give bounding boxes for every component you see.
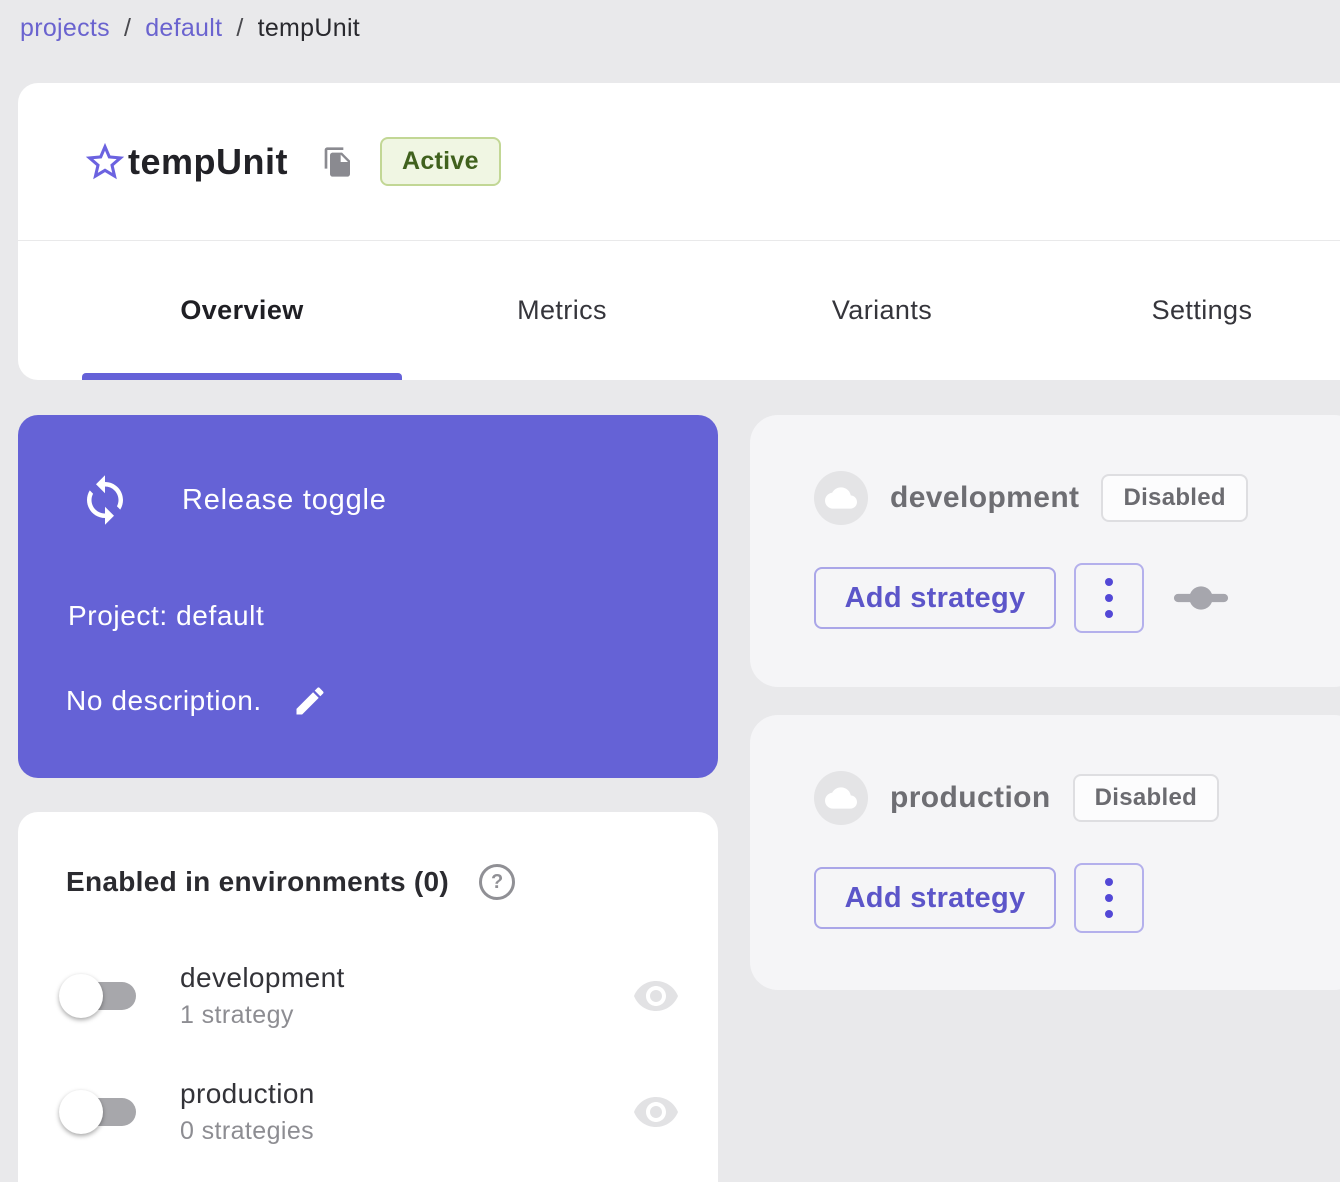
environment-card-production: production Disabled Add strategy (750, 715, 1340, 990)
kebab-dot (1105, 594, 1113, 602)
environment-toggle-switch[interactable] (62, 982, 136, 1010)
row-text: development 1 strategy (180, 962, 345, 1030)
environment-row-strategies: 0 strategies (180, 1117, 315, 1146)
feature-flag-page: projects / default / tempUnit tempUnit A… (0, 0, 1340, 1182)
kebab-dot (1105, 878, 1113, 886)
panel-title: Enabled in environments (0) (66, 866, 449, 898)
active-tab-indicator (82, 373, 402, 380)
description-row: No description. (66, 683, 328, 719)
environment-row-strategies: 1 strategy (180, 1001, 345, 1030)
page-title: tempUnit (128, 141, 288, 183)
switch-thumb (59, 974, 103, 1018)
environment-row-name: development (180, 962, 345, 994)
tab-settings[interactable]: Settings (1042, 241, 1340, 380)
feature-overview-card: Release toggle Project: default No descr… (18, 415, 718, 778)
environment-toggle-row-production: production 0 strategies (62, 1072, 680, 1152)
environment-menu-button[interactable] (1074, 563, 1144, 633)
copy-name-icon[interactable] (322, 146, 354, 178)
add-strategy-button[interactable]: Add strategy (814, 867, 1056, 929)
kebab-dot (1105, 578, 1113, 586)
cloud-icon (825, 482, 857, 514)
tab-overview[interactable]: Overview (82, 241, 402, 380)
environment-card-development: development Disabled Add strategy (750, 415, 1340, 687)
breadcrumb-default-link[interactable]: default (145, 14, 222, 43)
kebab-dot (1105, 910, 1113, 918)
environment-name: development (890, 481, 1079, 515)
environment-toggle-switch[interactable] (62, 1098, 136, 1126)
feature-title-row: tempUnit Active (18, 83, 1340, 240)
kebab-dot (1105, 610, 1113, 618)
strategy-commit-icon (1172, 569, 1230, 627)
environment-status-badge: Disabled (1073, 774, 1219, 822)
breadcrumb-separator: / (124, 14, 131, 43)
enabled-environments-panel: Enabled in environments (0) ? developmen… (18, 812, 718, 1182)
environment-menu-button[interactable] (1074, 863, 1144, 933)
status-badge: Active (380, 137, 501, 186)
breadcrumb-projects-link[interactable]: projects (20, 14, 110, 43)
toggle-type-row: Release toggle (78, 473, 387, 527)
favorite-star-icon[interactable] (82, 139, 128, 185)
cloud-icon (825, 782, 857, 814)
kebab-dot (1105, 894, 1113, 902)
help-icon[interactable]: ? (479, 864, 515, 900)
row-text: production 0 strategies (180, 1078, 315, 1146)
environment-avatar (814, 771, 868, 825)
toggle-type-label: Release toggle (182, 484, 387, 517)
visibility-eye-icon[interactable] (632, 1088, 680, 1136)
panel-title-row: Enabled in environments (0) ? (66, 864, 515, 900)
release-toggle-loop-icon (78, 473, 132, 527)
edit-description-icon[interactable] (292, 683, 328, 719)
breadcrumb-separator: / (236, 14, 243, 43)
feature-header-card: tempUnit Active Overview Metrics Variant… (18, 83, 1340, 380)
environment-toggle-row-development: development 1 strategy (62, 956, 680, 1036)
environment-avatar (814, 471, 868, 525)
visibility-eye-icon[interactable] (632, 972, 680, 1020)
breadcrumb-current: tempUnit (258, 14, 360, 43)
breadcrumb: projects / default / tempUnit (20, 14, 360, 43)
project-label: Project: default (68, 600, 264, 632)
switch-thumb (59, 1090, 103, 1134)
tab-bar: Overview Metrics Variants Settings (18, 241, 1340, 380)
tab-variants[interactable]: Variants (722, 241, 1042, 380)
environment-actions: Add strategy (814, 863, 1144, 933)
description-text: No description. (66, 685, 262, 717)
environment-header: production Disabled (814, 771, 1219, 825)
environment-name: production (890, 781, 1051, 815)
environment-status-badge: Disabled (1101, 474, 1247, 522)
environment-row-name: production (180, 1078, 315, 1110)
tab-metrics[interactable]: Metrics (402, 241, 722, 380)
environment-actions: Add strategy (814, 563, 1230, 633)
environment-header: development Disabled (814, 471, 1248, 525)
add-strategy-button[interactable]: Add strategy (814, 567, 1056, 629)
